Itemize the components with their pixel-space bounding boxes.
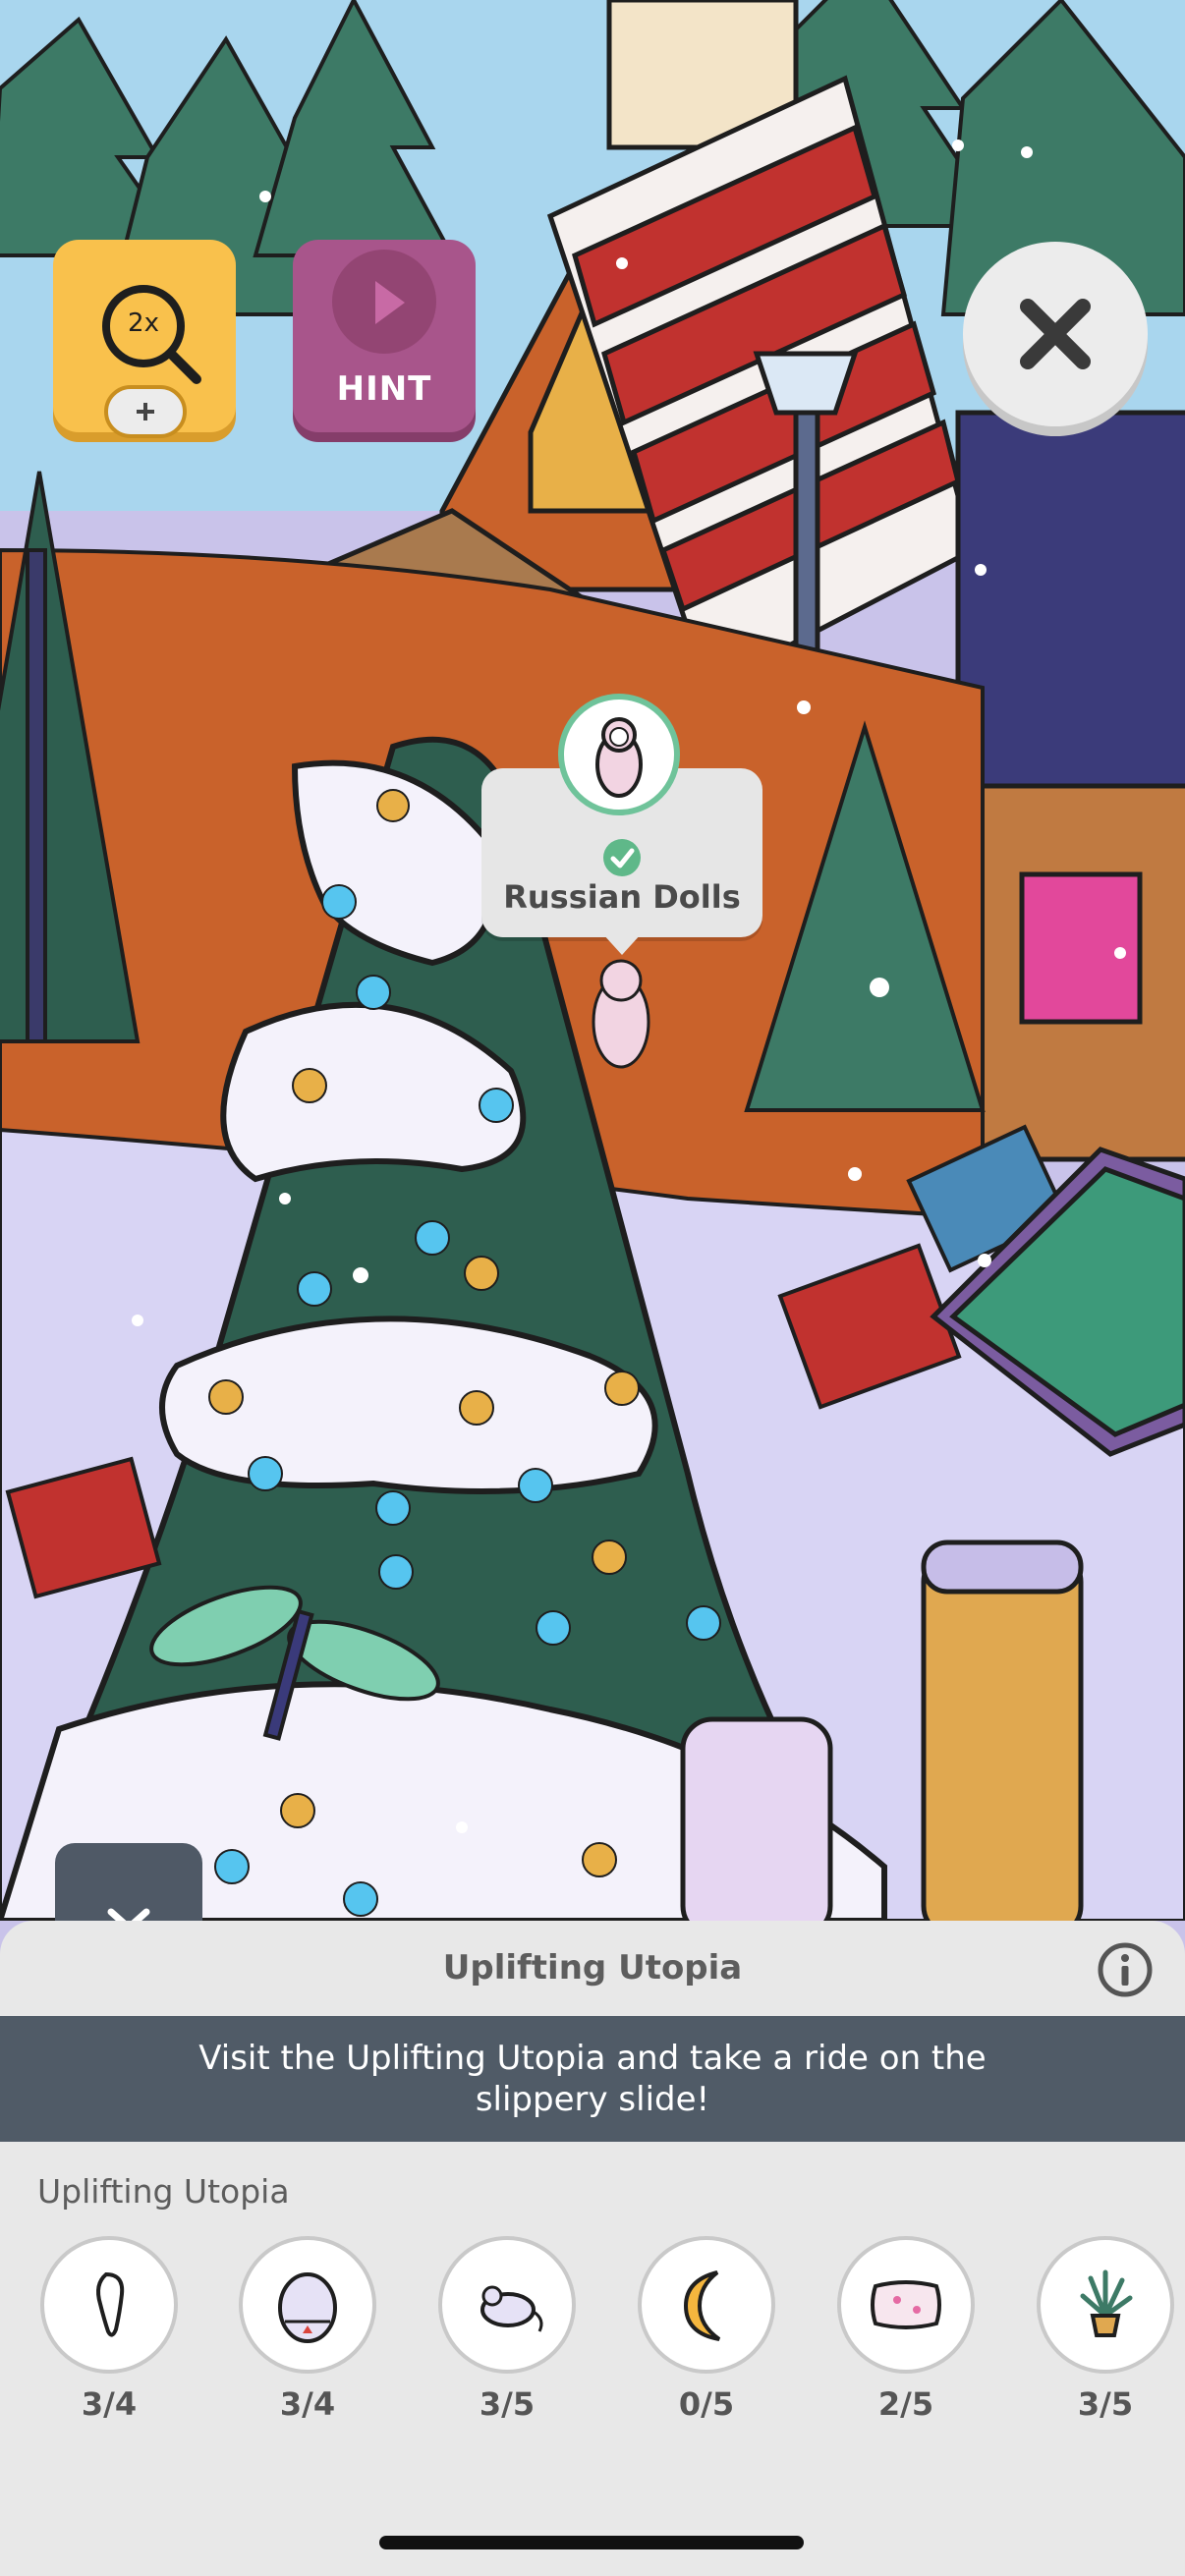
collectible-item[interactable]: 0/5 (634, 2236, 779, 2423)
collectible-item[interactable]: 3/5 (1033, 2236, 1178, 2423)
item-count: 3/5 (479, 2385, 536, 2423)
pillow-icon (871, 2280, 941, 2329)
plus-icon[interactable] (104, 385, 187, 438)
tooltip-label: Russian Dolls (503, 878, 741, 916)
potted-plant-icon (1080, 2269, 1133, 2337)
zoom-2x-button[interactable]: 2x (53, 240, 236, 438)
item-count: 3/5 (1077, 2385, 1134, 2423)
section-label: Uplifting Utopia (37, 2172, 290, 2211)
zoom-level-text: 2x (128, 308, 159, 338)
mouse-icon (480, 2285, 543, 2332)
play-icon (332, 250, 436, 354)
objectives-panel: Uplifting Utopia Visit the Uplifting Uto… (0, 1921, 1185, 2576)
tooth-icon (96, 2271, 125, 2337)
tooltip-tail (602, 933, 642, 955)
russian-doll-icon (558, 694, 680, 815)
item-count: 3/4 (81, 2385, 138, 2423)
item-count: 2/5 (877, 2385, 934, 2423)
collectible-item[interactable]: 3/4 (235, 2236, 380, 2423)
quest-banner: Visit the Uplifting Utopia and take a ri… (0, 2016, 1185, 2142)
collectible-item[interactable]: 3/5 (434, 2236, 580, 2423)
panel-title: Uplifting Utopia (442, 1948, 743, 1988)
info-icon[interactable] (1097, 1941, 1154, 1998)
close-button[interactable] (963, 242, 1148, 426)
hint-button[interactable]: HINT (293, 240, 476, 432)
hint-label: HINT (336, 369, 432, 409)
found-item-tooltip: Russian Dolls (481, 694, 762, 961)
home-indicator[interactable] (379, 2536, 804, 2549)
checkmark-icon (603, 839, 641, 876)
quest-text: Visit the Uplifting Utopia and take a ri… (198, 2039, 987, 2119)
collectible-item[interactable]: 3/4 (36, 2236, 182, 2423)
item-count: 0/5 (678, 2385, 735, 2423)
egg-timer-icon (278, 2272, 337, 2343)
item-count: 3/4 (279, 2385, 336, 2423)
moon-icon (683, 2270, 721, 2341)
close-icon (1020, 299, 1091, 369)
collectible-item[interactable]: 2/5 (833, 2236, 979, 2423)
